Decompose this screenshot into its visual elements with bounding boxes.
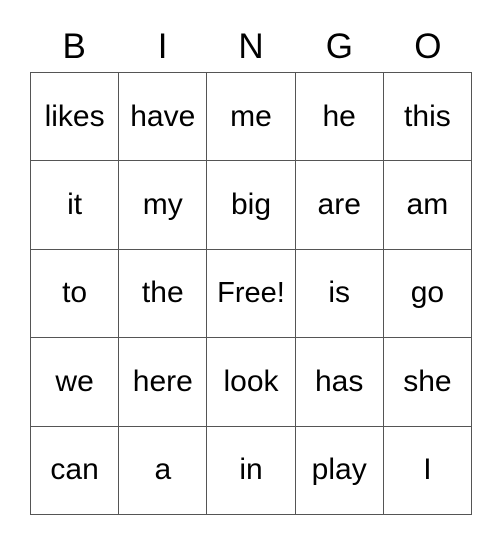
bingo-cell-o1[interactable]: this [383, 73, 472, 162]
bingo-cell-n4[interactable]: look [207, 338, 296, 427]
bingo-cell-i1[interactable]: have [119, 73, 208, 162]
bingo-cell-n2[interactable]: big [207, 161, 296, 250]
bingo-cell-free-space[interactable]: Free! [207, 249, 296, 339]
bingo-cell-i5[interactable]: a [119, 426, 208, 515]
bingo-cell-g2[interactable]: are [295, 161, 384, 250]
bingo-header-letter-b: B [62, 26, 86, 66]
bingo-cell-b3[interactable]: to [31, 249, 120, 339]
bingo-header-letter-i: I [157, 26, 168, 66]
bingo-cell-i3[interactable]: the [119, 249, 208, 339]
bingo-cell-g3[interactable]: is [295, 249, 384, 339]
bingo-card: B I N G O likes have me he this it my bi… [30, 20, 472, 515]
bingo-cell-o2[interactable]: am [383, 161, 472, 250]
bingo-cell-i4[interactable]: here [119, 338, 208, 427]
bingo-cell-g4[interactable]: has [295, 338, 384, 427]
bingo-cell-b1[interactable]: likes [31, 73, 120, 162]
bingo-cell-o5[interactable]: I [383, 426, 472, 515]
bingo-header-letter-o: O [414, 26, 442, 66]
bingo-grid: likes have me he this it my big are am t… [30, 72, 472, 515]
bingo-cell-o4[interactable]: she [383, 338, 472, 427]
bingo-header-letter-g: G [325, 26, 354, 66]
bingo-cell-g1[interactable]: he [295, 73, 384, 162]
bingo-cell-b4[interactable]: we [31, 338, 120, 427]
bingo-cell-n5[interactable]: in [207, 426, 296, 515]
bingo-cell-g5[interactable]: play [295, 426, 384, 515]
bingo-header-row: B I N G O [30, 20, 472, 72]
bingo-cell-o3[interactable]: go [383, 249, 472, 339]
bingo-cell-b2[interactable]: it [31, 161, 120, 250]
bingo-header-letter-n: N [238, 26, 264, 66]
bingo-cell-b5[interactable]: can [31, 426, 120, 515]
bingo-cell-n1[interactable]: me [207, 73, 296, 162]
bingo-cell-i2[interactable]: my [119, 161, 208, 250]
